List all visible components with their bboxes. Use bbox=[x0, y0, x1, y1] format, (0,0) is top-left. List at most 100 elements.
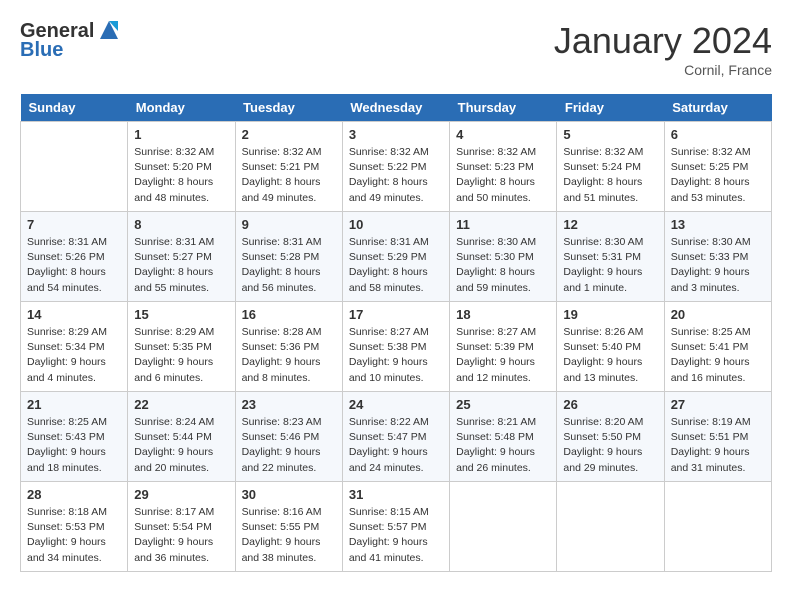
week-row-1: 1 Sunrise: 8:32 AM Sunset: 5:20 PM Dayli… bbox=[21, 122, 772, 212]
cell-content: Sunrise: 8:31 AM Sunset: 5:28 PM Dayligh… bbox=[242, 235, 336, 296]
cell-content: Sunrise: 8:17 AM Sunset: 5:54 PM Dayligh… bbox=[134, 505, 228, 566]
day-cell: 29 Sunrise: 8:17 AM Sunset: 5:54 PM Dayl… bbox=[128, 482, 235, 572]
day-number: 31 bbox=[349, 487, 443, 502]
sunset: Sunset: 5:35 PM bbox=[134, 340, 228, 355]
cell-content: Sunrise: 8:27 AM Sunset: 5:38 PM Dayligh… bbox=[349, 325, 443, 386]
sunset: Sunset: 5:40 PM bbox=[563, 340, 657, 355]
daylight: Daylight: 8 hours and 55 minutes. bbox=[134, 265, 228, 295]
daylight: Daylight: 9 hours and 38 minutes. bbox=[242, 535, 336, 565]
page-header: General Blue January 2024 Cornil, France bbox=[20, 20, 772, 78]
logo-icon bbox=[96, 17, 122, 43]
cell-content: Sunrise: 8:32 AM Sunset: 5:24 PM Dayligh… bbox=[563, 145, 657, 206]
day-number: 25 bbox=[456, 397, 550, 412]
sunset: Sunset: 5:51 PM bbox=[671, 430, 765, 445]
daylight: Daylight: 9 hours and 8 minutes. bbox=[242, 355, 336, 385]
daylight: Daylight: 9 hours and 26 minutes. bbox=[456, 445, 550, 475]
sunset: Sunset: 5:46 PM bbox=[242, 430, 336, 445]
col-header-saturday: Saturday bbox=[664, 94, 771, 122]
cell-content: Sunrise: 8:22 AM Sunset: 5:47 PM Dayligh… bbox=[349, 415, 443, 476]
cell-content: Sunrise: 8:32 AM Sunset: 5:25 PM Dayligh… bbox=[671, 145, 765, 206]
sunrise: Sunrise: 8:26 AM bbox=[563, 325, 657, 340]
day-number: 8 bbox=[134, 217, 228, 232]
sunset: Sunset: 5:21 PM bbox=[242, 160, 336, 175]
day-cell bbox=[557, 482, 664, 572]
sunset: Sunset: 5:24 PM bbox=[563, 160, 657, 175]
day-number: 28 bbox=[27, 487, 121, 502]
daylight: Daylight: 8 hours and 48 minutes. bbox=[134, 175, 228, 205]
day-number: 16 bbox=[242, 307, 336, 322]
cell-content: Sunrise: 8:29 AM Sunset: 5:35 PM Dayligh… bbox=[134, 325, 228, 386]
day-cell: 9 Sunrise: 8:31 AM Sunset: 5:28 PM Dayli… bbox=[235, 212, 342, 302]
week-row-2: 7 Sunrise: 8:31 AM Sunset: 5:26 PM Dayli… bbox=[21, 212, 772, 302]
col-header-monday: Monday bbox=[128, 94, 235, 122]
day-cell: 19 Sunrise: 8:26 AM Sunset: 5:40 PM Dayl… bbox=[557, 302, 664, 392]
sunset: Sunset: 5:53 PM bbox=[27, 520, 121, 535]
day-number: 6 bbox=[671, 127, 765, 142]
sunset: Sunset: 5:57 PM bbox=[349, 520, 443, 535]
cell-content: Sunrise: 8:20 AM Sunset: 5:50 PM Dayligh… bbox=[563, 415, 657, 476]
sunrise: Sunrise: 8:32 AM bbox=[456, 145, 550, 160]
sunset: Sunset: 5:28 PM bbox=[242, 250, 336, 265]
sunrise: Sunrise: 8:32 AM bbox=[349, 145, 443, 160]
cell-content: Sunrise: 8:15 AM Sunset: 5:57 PM Dayligh… bbox=[349, 505, 443, 566]
sunrise: Sunrise: 8:17 AM bbox=[134, 505, 228, 520]
header-row: SundayMondayTuesdayWednesdayThursdayFrid… bbox=[21, 94, 772, 122]
day-number: 22 bbox=[134, 397, 228, 412]
day-cell: 8 Sunrise: 8:31 AM Sunset: 5:27 PM Dayli… bbox=[128, 212, 235, 302]
daylight: Daylight: 9 hours and 36 minutes. bbox=[134, 535, 228, 565]
sunrise: Sunrise: 8:30 AM bbox=[671, 235, 765, 250]
daylight: Daylight: 9 hours and 12 minutes. bbox=[456, 355, 550, 385]
sunrise: Sunrise: 8:32 AM bbox=[242, 145, 336, 160]
day-number: 1 bbox=[134, 127, 228, 142]
col-header-friday: Friday bbox=[557, 94, 664, 122]
sunset: Sunset: 5:33 PM bbox=[671, 250, 765, 265]
week-row-4: 21 Sunrise: 8:25 AM Sunset: 5:43 PM Dayl… bbox=[21, 392, 772, 482]
day-number: 15 bbox=[134, 307, 228, 322]
daylight: Daylight: 8 hours and 54 minutes. bbox=[27, 265, 121, 295]
day-cell: 5 Sunrise: 8:32 AM Sunset: 5:24 PM Dayli… bbox=[557, 122, 664, 212]
daylight: Daylight: 9 hours and 34 minutes. bbox=[27, 535, 121, 565]
daylight: Daylight: 9 hours and 41 minutes. bbox=[349, 535, 443, 565]
day-number: 26 bbox=[563, 397, 657, 412]
sunrise: Sunrise: 8:32 AM bbox=[671, 145, 765, 160]
sunrise: Sunrise: 8:32 AM bbox=[134, 145, 228, 160]
daylight: Daylight: 9 hours and 1 minute. bbox=[563, 265, 657, 295]
day-cell: 14 Sunrise: 8:29 AM Sunset: 5:34 PM Dayl… bbox=[21, 302, 128, 392]
day-number: 13 bbox=[671, 217, 765, 232]
day-cell: 13 Sunrise: 8:30 AM Sunset: 5:33 PM Dayl… bbox=[664, 212, 771, 302]
sunset: Sunset: 5:55 PM bbox=[242, 520, 336, 535]
sunrise: Sunrise: 8:24 AM bbox=[134, 415, 228, 430]
sunrise: Sunrise: 8:23 AM bbox=[242, 415, 336, 430]
day-number: 18 bbox=[456, 307, 550, 322]
cell-content: Sunrise: 8:25 AM Sunset: 5:43 PM Dayligh… bbox=[27, 415, 121, 476]
cell-content: Sunrise: 8:18 AM Sunset: 5:53 PM Dayligh… bbox=[27, 505, 121, 566]
daylight: Daylight: 8 hours and 58 minutes. bbox=[349, 265, 443, 295]
sunrise: Sunrise: 8:30 AM bbox=[563, 235, 657, 250]
month-title: January 2024 bbox=[554, 20, 772, 62]
sunrise: Sunrise: 8:20 AM bbox=[563, 415, 657, 430]
sunrise: Sunrise: 8:18 AM bbox=[27, 505, 121, 520]
daylight: Daylight: 9 hours and 24 minutes. bbox=[349, 445, 443, 475]
sunrise: Sunrise: 8:21 AM bbox=[456, 415, 550, 430]
day-cell: 18 Sunrise: 8:27 AM Sunset: 5:39 PM Dayl… bbox=[450, 302, 557, 392]
day-number: 3 bbox=[349, 127, 443, 142]
logo: General Blue bbox=[20, 20, 122, 62]
cell-content: Sunrise: 8:31 AM Sunset: 5:29 PM Dayligh… bbox=[349, 235, 443, 296]
day-number: 20 bbox=[671, 307, 765, 322]
day-cell: 30 Sunrise: 8:16 AM Sunset: 5:55 PM Dayl… bbox=[235, 482, 342, 572]
sunset: Sunset: 5:26 PM bbox=[27, 250, 121, 265]
sunset: Sunset: 5:36 PM bbox=[242, 340, 336, 355]
daylight: Daylight: 8 hours and 59 minutes. bbox=[456, 265, 550, 295]
day-cell: 11 Sunrise: 8:30 AM Sunset: 5:30 PM Dayl… bbox=[450, 212, 557, 302]
daylight: Daylight: 9 hours and 20 minutes. bbox=[134, 445, 228, 475]
sunrise: Sunrise: 8:27 AM bbox=[456, 325, 550, 340]
day-cell: 25 Sunrise: 8:21 AM Sunset: 5:48 PM Dayl… bbox=[450, 392, 557, 482]
sunrise: Sunrise: 8:25 AM bbox=[27, 415, 121, 430]
sunset: Sunset: 5:22 PM bbox=[349, 160, 443, 175]
sunrise: Sunrise: 8:25 AM bbox=[671, 325, 765, 340]
sunset: Sunset: 5:48 PM bbox=[456, 430, 550, 445]
sunset: Sunset: 5:25 PM bbox=[671, 160, 765, 175]
daylight: Daylight: 9 hours and 18 minutes. bbox=[27, 445, 121, 475]
sunrise: Sunrise: 8:22 AM bbox=[349, 415, 443, 430]
sunrise: Sunrise: 8:31 AM bbox=[134, 235, 228, 250]
